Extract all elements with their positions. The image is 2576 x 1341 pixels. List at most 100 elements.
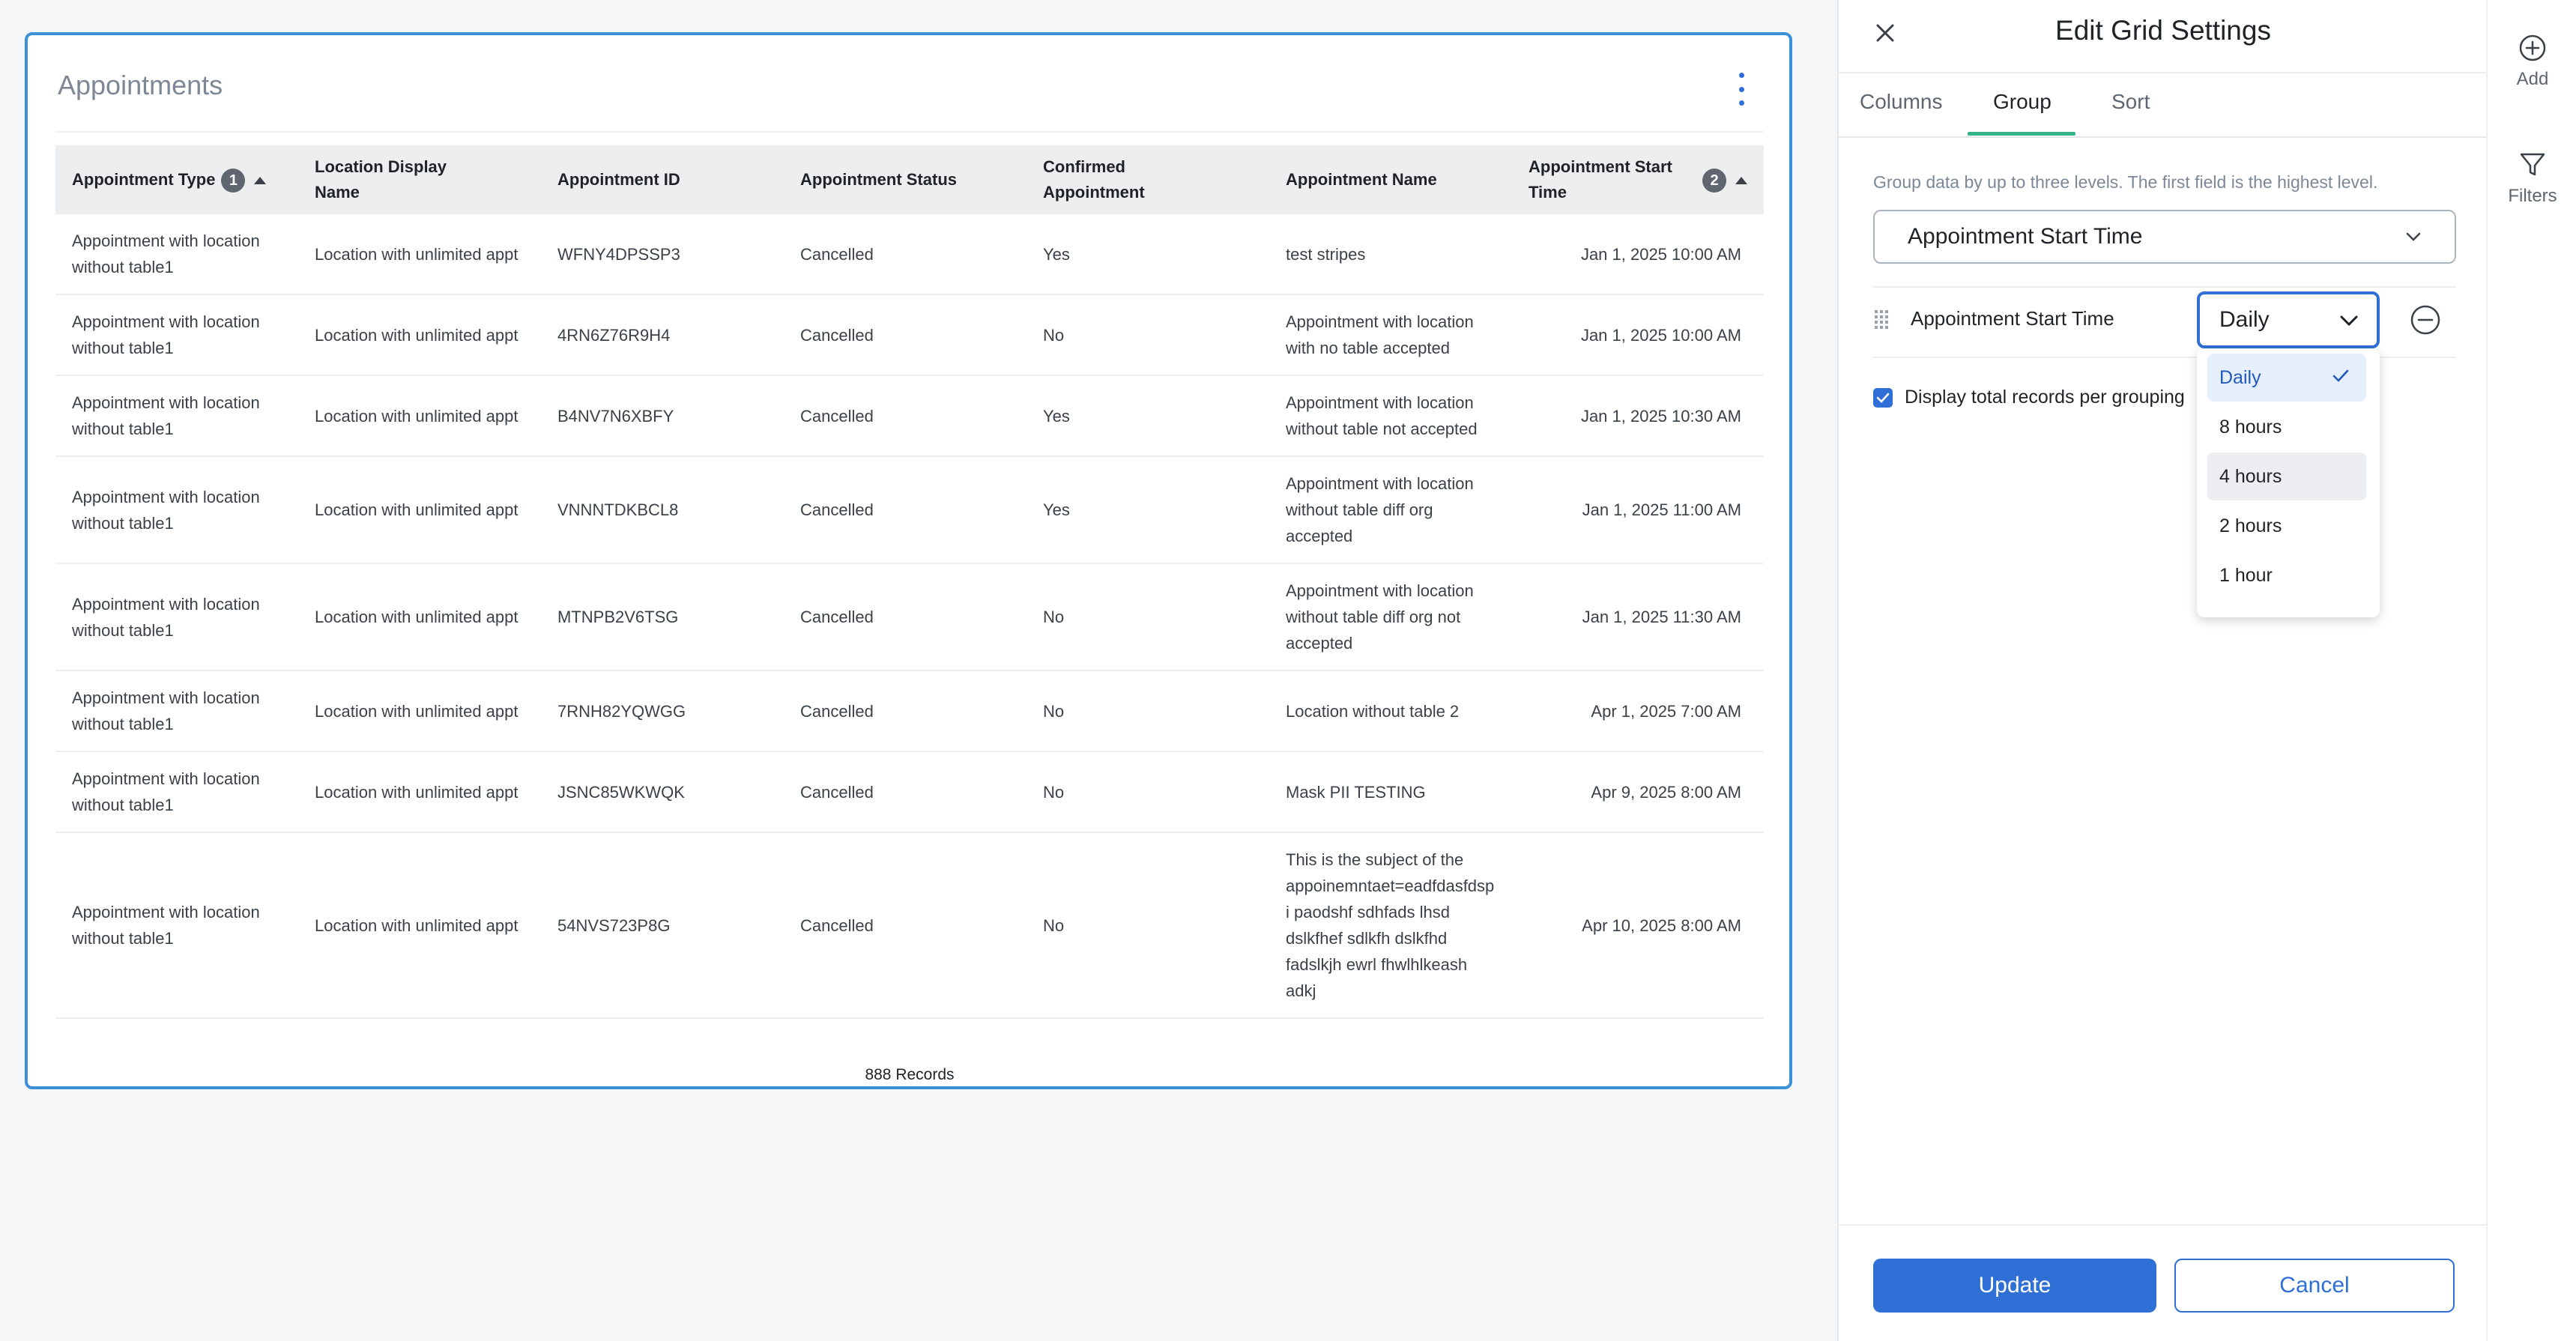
option-label: Daily <box>2219 366 2261 388</box>
interval-option-daily[interactable]: Daily <box>2207 354 2366 402</box>
appointment-name-cell: Mask PII TESTING <box>1269 751 1512 833</box>
start-time-cell: Jan 1, 2025 11:30 AM <box>1512 563 1764 671</box>
confirmed-cell: No <box>1027 563 1269 671</box>
appointment-name-cell: This is the subject of the appoinemntaet… <box>1269 832 1512 1019</box>
add-button[interactable]: Add <box>2488 33 2576 90</box>
confirmed-cell: No <box>1027 751 1269 833</box>
interval-option-4-hours[interactable]: 4 hours <box>2207 452 2366 500</box>
display-total-checkbox[interactable] <box>1873 388 1893 408</box>
table-row[interactable]: Appointment with location without table1… <box>55 832 1764 1019</box>
tab-columns[interactable]: Columns <box>1860 90 1942 114</box>
filter-icon <box>2520 153 2545 176</box>
settings-tabs: Columns Group Sort <box>1839 73 2488 138</box>
interval-option-1-hour[interactable]: 1 hour <box>2207 551 2366 599</box>
interval-value: Daily <box>2219 307 2270 332</box>
cancel-button[interactable]: Cancel <box>2174 1259 2455 1313</box>
appointment-name-cell: Appointment with location with no table … <box>1269 294 1512 376</box>
appointment-type-cell: Appointment with location without table1 <box>55 456 298 564</box>
divider <box>1873 286 2456 288</box>
column-header-appointment-status[interactable]: Appointment Status <box>784 145 1027 214</box>
start-time-cell: Jan 1, 2025 10:00 AM <box>1512 294 1764 376</box>
appointments-card: Appointments Appointment Type 1 Location … <box>25 32 1792 1089</box>
group-field-select[interactable]: Appointment Start Time <box>1873 210 2456 264</box>
appointment-id-cell: 54NVS723P8G <box>541 832 784 1019</box>
table-row[interactable]: Appointment with location without table1… <box>55 214 1764 295</box>
panel-title: Edit Grid Settings <box>2055 15 2271 46</box>
column-header-appointment-start-time[interactable]: Appointment Start Time 2 <box>1512 145 1764 214</box>
location-cell: Location with unlimited appt <box>298 751 541 833</box>
appointment-name-cell: Appointment with location without table … <box>1269 456 1512 564</box>
column-header-label: Appointment Start Time <box>1529 157 1672 202</box>
appointment-id-cell: VNNNTDKBCL8 <box>541 456 784 564</box>
card-title: Appointments <box>58 70 223 100</box>
edit-grid-settings-panel: Edit Grid Settings Columns Group Sort Gr… <box>1837 0 2488 1341</box>
appointment-name-cell: Appointment with location without table … <box>1269 375 1512 457</box>
status-cell: Cancelled <box>784 670 1027 752</box>
status-cell: Cancelled <box>784 456 1027 564</box>
kebab-menu-icon[interactable] <box>1732 73 1750 106</box>
column-header-label: Appointment Name <box>1286 170 1437 189</box>
interval-dropdown: Daily 8 hours 4 hours 2 hours 1 hour <box>2197 349 2380 617</box>
table-row[interactable]: Appointment with location without table1… <box>55 670 1764 752</box>
appointment-type-cell: Appointment with location without table1 <box>55 375 298 457</box>
appointment-name-cell: Appointment with location without table … <box>1269 563 1512 671</box>
location-cell: Location with unlimited appt <box>298 375 541 457</box>
remove-circle-icon[interactable] <box>2410 304 2441 336</box>
column-header-confirmed-appointment[interactable]: Confirmed Appointment <box>1027 145 1269 214</box>
column-header-appointment-id[interactable]: Appointment ID <box>541 145 784 214</box>
right-rail: Add Filters <box>2486 0 2576 1341</box>
tab-group[interactable]: Group <box>1993 90 2052 114</box>
column-header-label: Appointment Type <box>72 169 216 189</box>
table-row[interactable]: Appointment with location without table1… <box>55 375 1764 457</box>
option-label: 8 hours <box>2219 416 2282 438</box>
start-time-cell: Apr 10, 2025 8:00 AM <box>1512 832 1764 1019</box>
column-header-appointment-type[interactable]: Appointment Type 1 <box>55 145 298 214</box>
appointment-id-cell: WFNY4DPSSP3 <box>541 214 784 295</box>
appointment-type-cell: Appointment with location without table1 <box>55 563 298 671</box>
interval-option-8-hours[interactable]: 8 hours <box>2207 403 2366 451</box>
appointment-name-cell: Location without table 2 <box>1269 670 1512 752</box>
checkmark-icon <box>1876 393 1890 403</box>
interval-option-2-hours[interactable]: 2 hours <box>2207 502 2366 550</box>
table-row[interactable]: Appointment with location without table1… <box>55 456 1764 564</box>
confirmed-cell: Yes <box>1027 375 1269 457</box>
option-label: 2 hours <box>2219 515 2282 536</box>
appointment-type-cell: Appointment with location without table1 <box>55 832 298 1019</box>
column-header-label: Appointment Status <box>800 170 957 189</box>
chevron-down-icon <box>2340 315 2358 327</box>
filters-label: Filters <box>2508 186 2557 206</box>
appointment-name-cell: test stripes <box>1269 214 1512 295</box>
confirmed-cell: Yes <box>1027 214 1269 295</box>
location-cell: Location with unlimited appt <box>298 832 541 1019</box>
appointment-type-cell: Appointment with location without table1 <box>55 294 298 376</box>
filters-button[interactable]: Filters <box>2488 150 2576 207</box>
option-label: 4 hours <box>2219 465 2282 487</box>
location-cell: Location with unlimited appt <box>298 214 541 295</box>
column-header-label: Appointment ID <box>557 170 680 189</box>
start-time-cell: Jan 1, 2025 10:30 AM <box>1512 375 1764 457</box>
appointment-id-cell: 7RNH82YQWGG <box>541 670 784 752</box>
group-row-label: Appointment Start Time <box>1911 307 2114 330</box>
header-row: Appointment Type 1 Location Display Name … <box>55 145 1764 214</box>
table-row[interactable]: Appointment with location without table1… <box>55 563 1764 671</box>
option-label: 1 hour <box>2219 564 2273 586</box>
confirmed-cell: No <box>1027 294 1269 376</box>
table-row[interactable]: Appointment with location without table1… <box>55 751 1764 833</box>
appointment-type-cell: Appointment with location without table1 <box>55 670 298 752</box>
sort-ascending-icon[interactable] <box>1735 177 1747 185</box>
status-cell: Cancelled <box>784 563 1027 671</box>
appointments-grid: Appointment Type 1 Location Display Name … <box>55 145 1764 1019</box>
sort-order-badge: 2 <box>1702 169 1726 193</box>
interval-select[interactable]: Daily <box>2197 291 2380 348</box>
table-row[interactable]: Appointment with location without table1… <box>55 294 1764 376</box>
update-button[interactable]: Update <box>1873 1259 2156 1313</box>
tab-sort[interactable]: Sort <box>2111 90 2150 114</box>
sort-ascending-icon[interactable] <box>254 177 267 185</box>
drag-handle-icon[interactable] <box>1873 309 1890 331</box>
column-header-location-display-name[interactable]: Location Display Name <box>298 145 541 214</box>
location-cell: Location with unlimited appt <box>298 456 541 564</box>
column-header-appointment-name[interactable]: Appointment Name <box>1269 145 1512 214</box>
appointment-type-cell: Appointment with location without table1 <box>55 751 298 833</box>
display-total-label: Display total records per grouping <box>1905 387 2185 408</box>
divider <box>55 131 1764 133</box>
